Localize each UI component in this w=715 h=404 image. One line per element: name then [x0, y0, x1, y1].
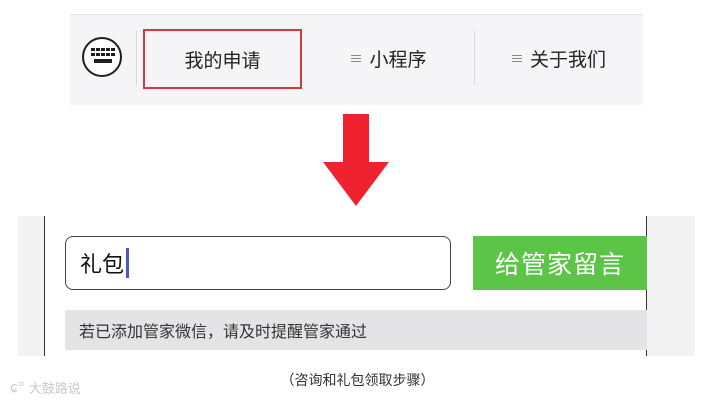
- message-panel: 礼包 给管家留言 若已添加管家微信，请及时提醒管家通过: [18, 216, 695, 356]
- notice-banner: 若已添加管家微信，请及时提醒管家通过: [65, 310, 647, 350]
- watermark-text: 大鼓路说: [28, 382, 81, 397]
- down-arrow-icon: [323, 114, 389, 206]
- menu-item-my-application[interactable]: 我的申请: [143, 29, 302, 89]
- hamburger-icon: [511, 53, 522, 64]
- menu-item-label: 小程序: [369, 48, 427, 71]
- menu-item-mini-program[interactable]: 小程序: [306, 29, 472, 87]
- keyboard-toggle-button[interactable]: [82, 37, 122, 77]
- text-caret: [126, 248, 130, 278]
- menu-item-label: 关于我们: [529, 48, 606, 71]
- keyboard-icon: [91, 48, 115, 63]
- gift-code-input[interactable]: 礼包: [65, 236, 451, 290]
- watermark-logo-icon: ɕ°: [10, 379, 25, 396]
- notice-text: 若已添加管家微信，请及时提醒管家通过: [79, 322, 368, 341]
- hamburger-icon: [351, 53, 362, 64]
- watermark: ɕ° 大鼓路说: [10, 378, 81, 398]
- leave-message-button[interactable]: 给管家留言: [473, 236, 647, 290]
- gift-code-value: 礼包: [80, 253, 125, 278]
- menu-divider: [474, 31, 475, 85]
- leave-message-label: 给管家留言: [494, 250, 625, 279]
- menu-divider: [136, 31, 137, 85]
- figure-caption: （咨询和礼包领取步骤）: [280, 373, 435, 389]
- menu-bar: 我的申请 小程序 关于我们: [70, 14, 643, 105]
- menu-item-about-us[interactable]: 关于我们: [476, 29, 642, 87]
- message-panel-body: 礼包 给管家留言 若已添加管家微信，请及时提醒管家通过: [44, 216, 647, 356]
- menu-item-label: 我的申请: [184, 49, 261, 72]
